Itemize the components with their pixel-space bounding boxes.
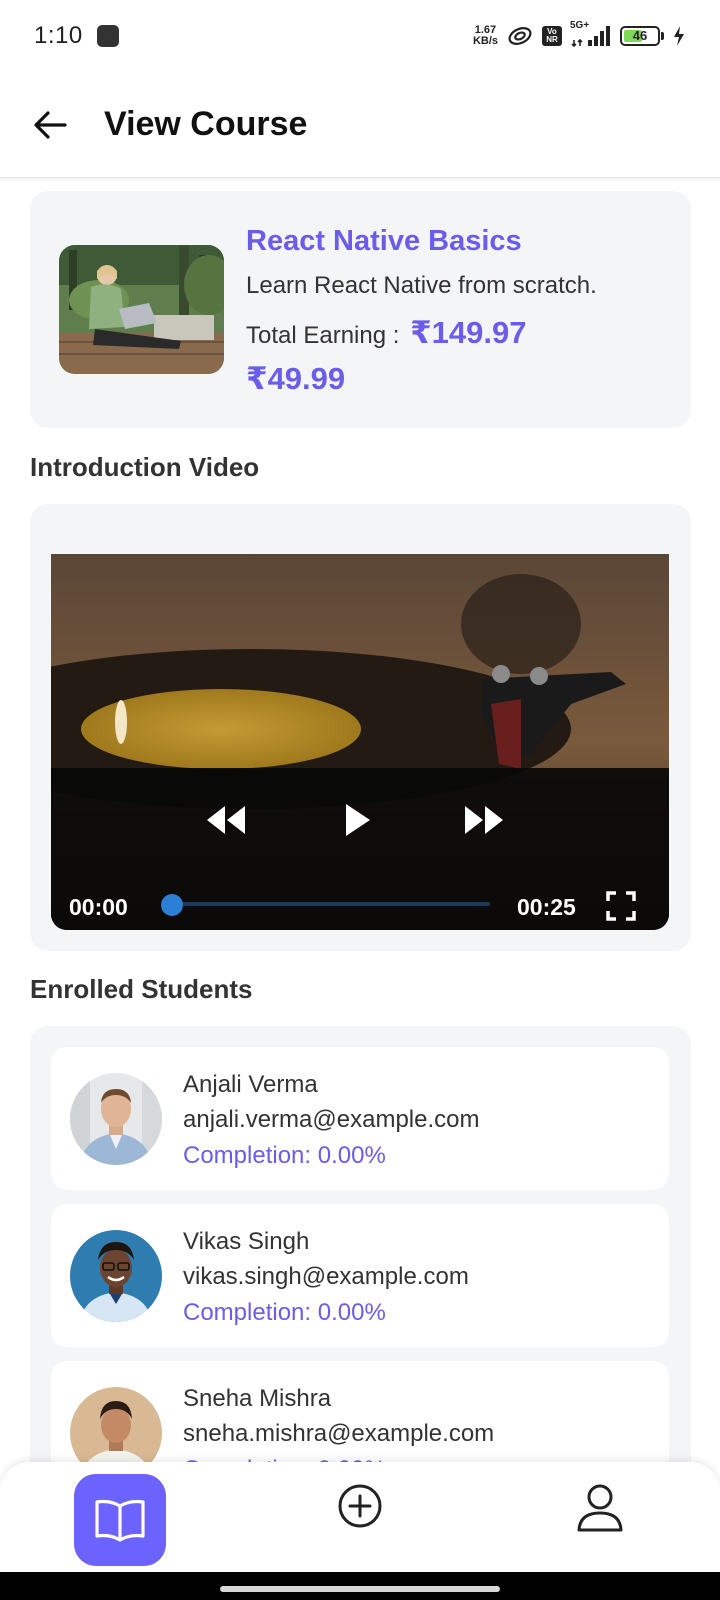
network-type: 5G+: [570, 20, 590, 31]
fullscreen-icon: [606, 891, 636, 921]
back-button[interactable]: [30, 105, 70, 145]
video-card: 00:00 00:25: [30, 504, 691, 951]
avatar: [70, 1230, 162, 1322]
total-earning: Total Earning : ₹149.97: [246, 315, 526, 351]
network-speed: 1.67 KB/s: [473, 25, 498, 47]
total-earning-amount: ₹149.97: [410, 315, 527, 350]
course-price: ₹49.99: [246, 361, 346, 396]
student-email: anjali.verma@example.com: [183, 1106, 480, 1133]
fast-forward-icon: [465, 806, 503, 834]
video-controls: 00:00 00:25: [51, 768, 669, 930]
student-email: vikas.singh@example.com: [183, 1263, 469, 1290]
course-thumbnail: [59, 245, 224, 374]
fullscreen-button[interactable]: [601, 886, 641, 926]
rewind-icon: [207, 806, 245, 834]
page-title: View Course: [104, 105, 308, 143]
student-name: Vikas Singh: [183, 1228, 310, 1255]
battery-tip: [661, 32, 664, 40]
total-earning-label: Total Earning :: [246, 322, 400, 349]
avatar: [70, 1073, 162, 1165]
charging-icon: [672, 25, 686, 47]
course-description: Learn React Native from scratch.: [246, 272, 597, 299]
app-header: View Course: [0, 72, 720, 178]
student-item[interactable]: Vikas Singh vikas.singh@example.com Comp…: [51, 1204, 669, 1347]
status-bar: 1:10 1.67 KB/s Vo NR 5G+ 46: [0, 0, 720, 72]
nav-add-button[interactable]: [330, 1476, 390, 1536]
signal-icon: 5G+: [570, 20, 612, 48]
student-email: sneha.mishra@example.com: [183, 1420, 495, 1447]
battery-icon: 46: [620, 26, 660, 46]
student-completion: Completion: 0.00%: [183, 1299, 386, 1326]
book-icon: [95, 1499, 145, 1542]
app-notification-icon: [96, 25, 119, 47]
nav-courses-button[interactable]: [74, 1474, 166, 1566]
student-completion: Completion: 0.00%: [183, 1142, 386, 1169]
rewind-button[interactable]: [201, 800, 251, 840]
course-card: React Native Basics Learn React Native f…: [30, 191, 691, 428]
hotspot-icon: [506, 24, 534, 48]
gesture-handle[interactable]: [220, 1586, 500, 1592]
duration: 00:25: [517, 894, 576, 920]
network-speed-unit: KB/s: [472, 35, 498, 47]
current-time: 00:00: [69, 894, 128, 920]
profile-icon: [577, 1484, 623, 1532]
enrolled-students-heading: Enrolled Students: [30, 974, 253, 1004]
progress-track[interactable]: [172, 902, 490, 906]
status-time: 1:10: [34, 22, 83, 49]
status-icons: 1.67 KB/s Vo NR 5G+ 46: [473, 20, 686, 48]
add-circle-icon: [338, 1484, 382, 1528]
gesture-bar: [0, 1572, 720, 1600]
volte-icon: Vo NR: [542, 26, 562, 46]
student-name: Anjali Verma: [183, 1071, 318, 1098]
student-name: Sneha Mishra: [183, 1385, 332, 1412]
play-button[interactable]: [337, 798, 377, 842]
progress-thumb[interactable]: [161, 894, 183, 916]
play-icon: [346, 804, 370, 836]
student-item[interactable]: Anjali Verma anjali.verma@example.com Co…: [51, 1047, 669, 1190]
fast-forward-button[interactable]: [459, 800, 509, 840]
bottom-nav: [0, 1462, 720, 1572]
nav-profile-button[interactable]: [568, 1476, 632, 1540]
intro-video-heading: Introduction Video: [30, 452, 260, 482]
arrow-left-icon: [34, 110, 67, 139]
video-player[interactable]: 00:00 00:25: [51, 554, 669, 930]
battery-level: 46: [632, 28, 648, 43]
course-title: React Native Basics: [246, 225, 522, 257]
